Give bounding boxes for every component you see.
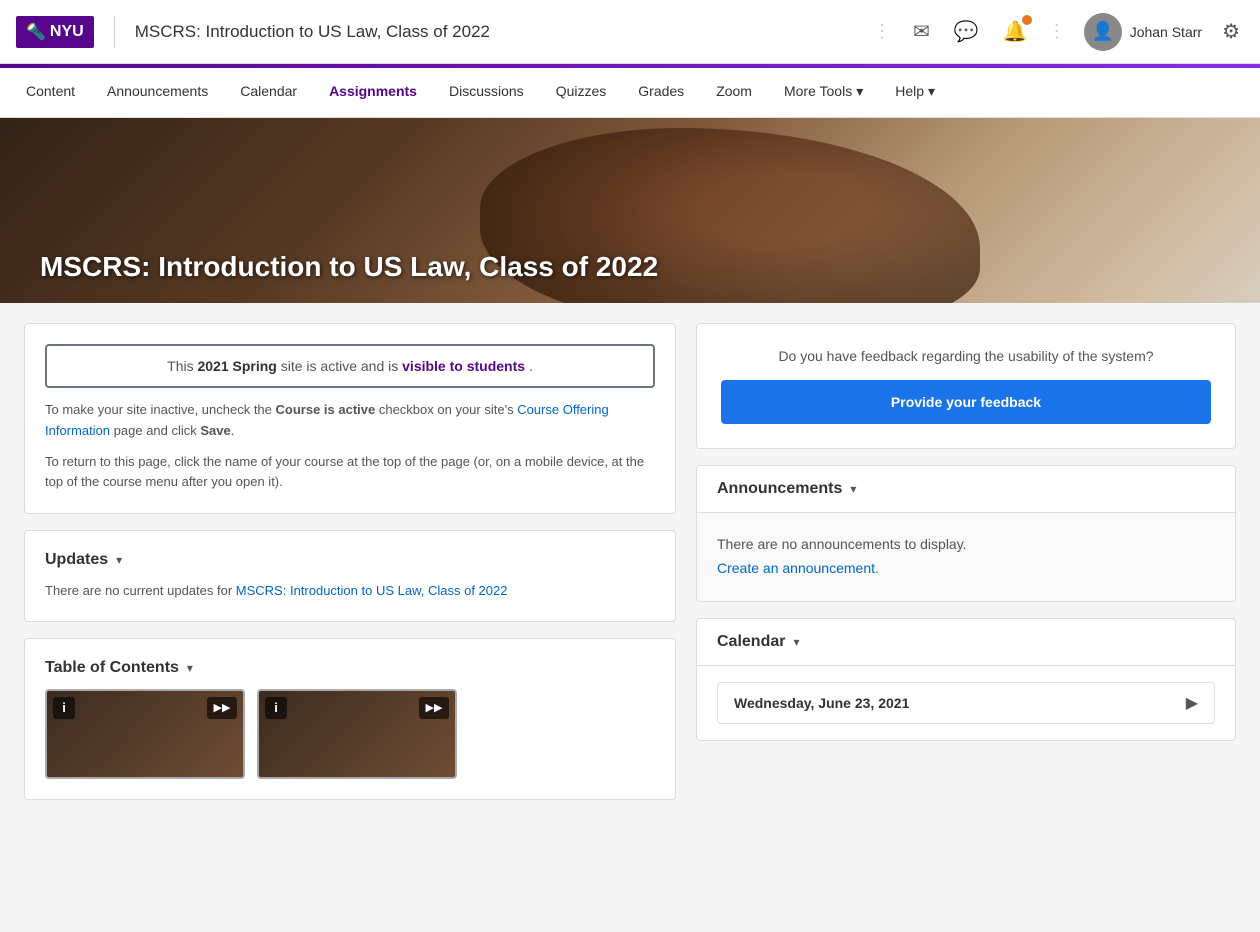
nyu-logo[interactable]: 🔦 NYU [16,16,94,48]
nyu-logo-text: NYU [50,23,84,41]
left-column: This 2021 Spring site is active and is v… [24,323,676,800]
toc-thumbnails: i ▶▶ i ▶▶ [45,689,655,779]
notification-badge [1022,15,1032,25]
nav-grades[interactable]: Grades [636,68,686,118]
announcements-header: Announcements ▾ [697,466,1235,513]
gear-icon: ⚙ [1222,21,1240,43]
toc-card: Table of Contents ▾ i ▶▶ i [24,638,676,800]
play-icon-1: ▶▶ [214,701,231,714]
announcements-card: Announcements ▾ There are no announcemen… [696,465,1236,602]
info-paragraph-1: To make your site inactive, uncheck the … [45,400,655,442]
mail-button[interactable]: ✉ [909,15,934,48]
nav-content[interactable]: Content [24,68,77,118]
thumb-info-icon-2[interactable]: i [265,697,287,719]
more-tools-chevron-icon: ▾ [856,83,863,100]
nav-zoom[interactable]: Zoom [714,68,754,118]
nav-more-tools[interactable]: More Tools ▾ [782,68,865,118]
updates-text: There are no current updates for MSCRS: … [45,581,655,601]
thumb-play-icon-1[interactable]: ▶▶ [207,697,237,719]
updates-card: Updates ▾ There are no current updates f… [24,530,676,622]
top-bar: 🔦 NYU MSCRS: Introduction to US Law, Cla… [0,0,1260,64]
top-bar-left: 🔦 NYU MSCRS: Introduction to US Law, Cla… [16,16,873,48]
calendar-arrow-icon[interactable]: ▶ [1186,693,1198,713]
notice-prefix: This [167,358,197,374]
feedback-button[interactable]: Provide your feedback [721,380,1211,424]
calendar-chevron-icon[interactable]: ▾ [793,635,799,649]
hero-title: MSCRS: Introduction to US Law, Class of … [40,251,658,283]
status-card: This 2021 Spring site is active and is v… [24,323,676,514]
top-bar-right: ⋮ ✉ 💬 🔔 ⋮ 👤 Johan Starr ⚙ [873,13,1244,51]
updates-course-link[interactable]: MSCRS: Introduction to US Law, Class of … [236,583,508,598]
nav-bar: Content Announcements Calendar Assignmen… [0,68,1260,118]
info-paragraph-2: To return to this page, click the name o… [45,452,655,494]
course-title: MSCRS: Introduction to US Law, Class of … [135,22,490,42]
info-icon-2: i [274,700,278,715]
nav-calendar[interactable]: Calendar [238,68,299,118]
notice-semester: 2021 Spring [197,358,276,374]
chat-button[interactable]: 💬 [950,15,983,48]
nav-help[interactable]: Help ▾ [893,68,937,118]
calendar-header: Calendar ▾ [697,619,1235,666]
toc-chevron-icon[interactable]: ▾ [187,661,193,675]
visibility-notice: This 2021 Spring site is active and is v… [45,344,655,388]
updates-title: Updates [45,551,108,569]
create-announcement-link[interactable]: Create an announcement. [717,560,879,576]
mail-icon: ✉ [913,21,930,43]
toc-header: Table of Contents ▾ [45,659,655,677]
notice-visible-text: visible to students [402,358,525,374]
calendar-card: Calendar ▾ Wednesday, June 23, 2021 ▶ [696,618,1236,741]
right-column: Do you have feedback regarding the usabi… [696,323,1236,800]
toc-title: Table of Contents [45,659,179,677]
nav-assignments[interactable]: Assignments [327,68,419,118]
calendar-date-text: Wednesday, June 23, 2021 [734,695,909,711]
dots-divider-2: ⋮ [1048,21,1068,42]
feedback-question: Do you have feedback regarding the usabi… [778,348,1153,364]
thumb-play-icon-2[interactable]: ▶▶ [419,697,449,719]
announcements-body: There are no announcements to display. C… [697,513,1235,601]
calendar-title: Calendar [717,633,785,651]
nav-discussions[interactable]: Discussions [447,68,526,118]
nyu-torch-icon: 🔦 [26,22,46,42]
nav-announcements[interactable]: Announcements [105,68,210,118]
info-icon-1: i [62,700,66,715]
toc-thumbnail-1[interactable]: i ▶▶ [45,689,245,779]
username: Johan Starr [1130,24,1202,40]
updates-header: Updates ▾ [45,551,655,569]
help-chevron-icon: ▾ [928,83,935,100]
notice-suffix: . [529,358,533,374]
nav-quizzes[interactable]: Quizzes [554,68,609,118]
hero-banner: MSCRS: Introduction to US Law, Class of … [0,118,1260,303]
announcements-chevron-icon[interactable]: ▾ [850,482,856,496]
no-announcements-text: There are no announcements to display. C… [717,533,1215,581]
avatar-placeholder: 👤 [1091,21,1113,42]
announcements-title: Announcements [717,480,842,498]
dots-divider-1: ⋮ [873,21,893,42]
notice-middle: site is active and is [281,358,402,374]
bell-button[interactable]: 🔔 [999,15,1032,48]
chat-icon: 💬 [954,21,979,43]
calendar-body: Wednesday, June 23, 2021 ▶ [697,666,1235,740]
updates-chevron-icon[interactable]: ▾ [116,553,122,567]
calendar-date-row: Wednesday, June 23, 2021 ▶ [717,682,1215,724]
play-icon-2: ▶▶ [426,701,443,714]
toc-thumbnail-2[interactable]: i ▶▶ [257,689,457,779]
main-content: This 2021 Spring site is active and is v… [0,303,1260,820]
user-area[interactable]: 👤 Johan Starr [1084,13,1202,51]
feedback-card: Do you have feedback regarding the usabi… [696,323,1236,449]
gear-button[interactable]: ⚙ [1218,15,1244,48]
avatar: 👤 [1084,13,1122,51]
thumb-info-icon-1[interactable]: i [53,697,75,719]
logo-divider [114,16,115,48]
